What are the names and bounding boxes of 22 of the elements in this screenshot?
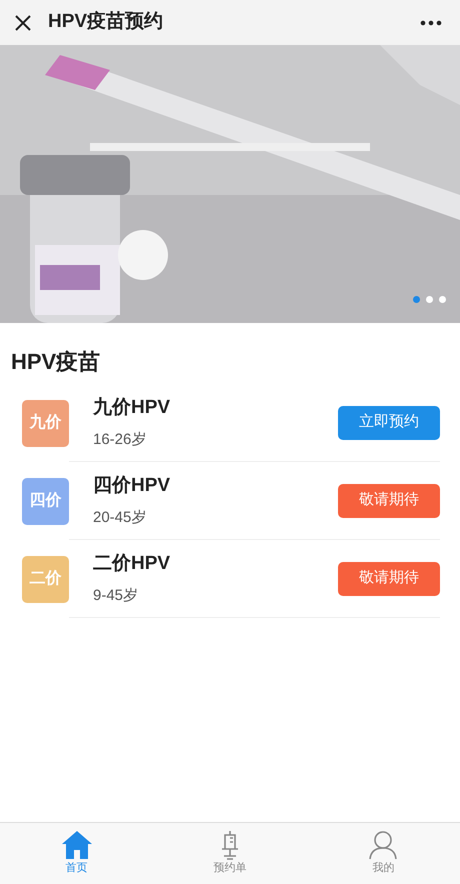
- age-range: 16-26岁: [93, 430, 148, 450]
- tab-bar-item[interactable]: 我的: [306, 823, 460, 884]
- vaccine-badge: 九价: [22, 400, 69, 446]
- more-icon: [420, 20, 442, 26]
- age-range: 9-45岁: [93, 586, 140, 606]
- close-icon: [14, 14, 32, 32]
- vaccine-badge: 二价: [22, 556, 69, 602]
- home-icon: [60, 830, 93, 860]
- section-title: HPV疫苗: [10, 348, 102, 376]
- vaccine-badge: 四价: [22, 478, 69, 524]
- window-title: HPV疫苗预约: [48, 10, 164, 34]
- age-range: 20-45岁: [93, 508, 148, 528]
- vaccine-name: 二价HPV: [93, 552, 170, 576]
- vaccine-name: 九价HPV: [93, 396, 170, 420]
- tab-bar-item[interactable]: 预约单: [153, 823, 307, 884]
- user-icon: [368, 830, 398, 860]
- close-button[interactable]: [14, 14, 32, 32]
- coming-soon-button[interactable]: 敬请期待: [338, 484, 440, 518]
- tab-bar-item[interactable]: 首页: [0, 823, 154, 884]
- book-button[interactable]: 立即预约: [338, 406, 440, 440]
- coming-soon-button[interactable]: 敬请期待: [338, 562, 440, 596]
- vaccine-name: 四价HPV: [93, 474, 170, 498]
